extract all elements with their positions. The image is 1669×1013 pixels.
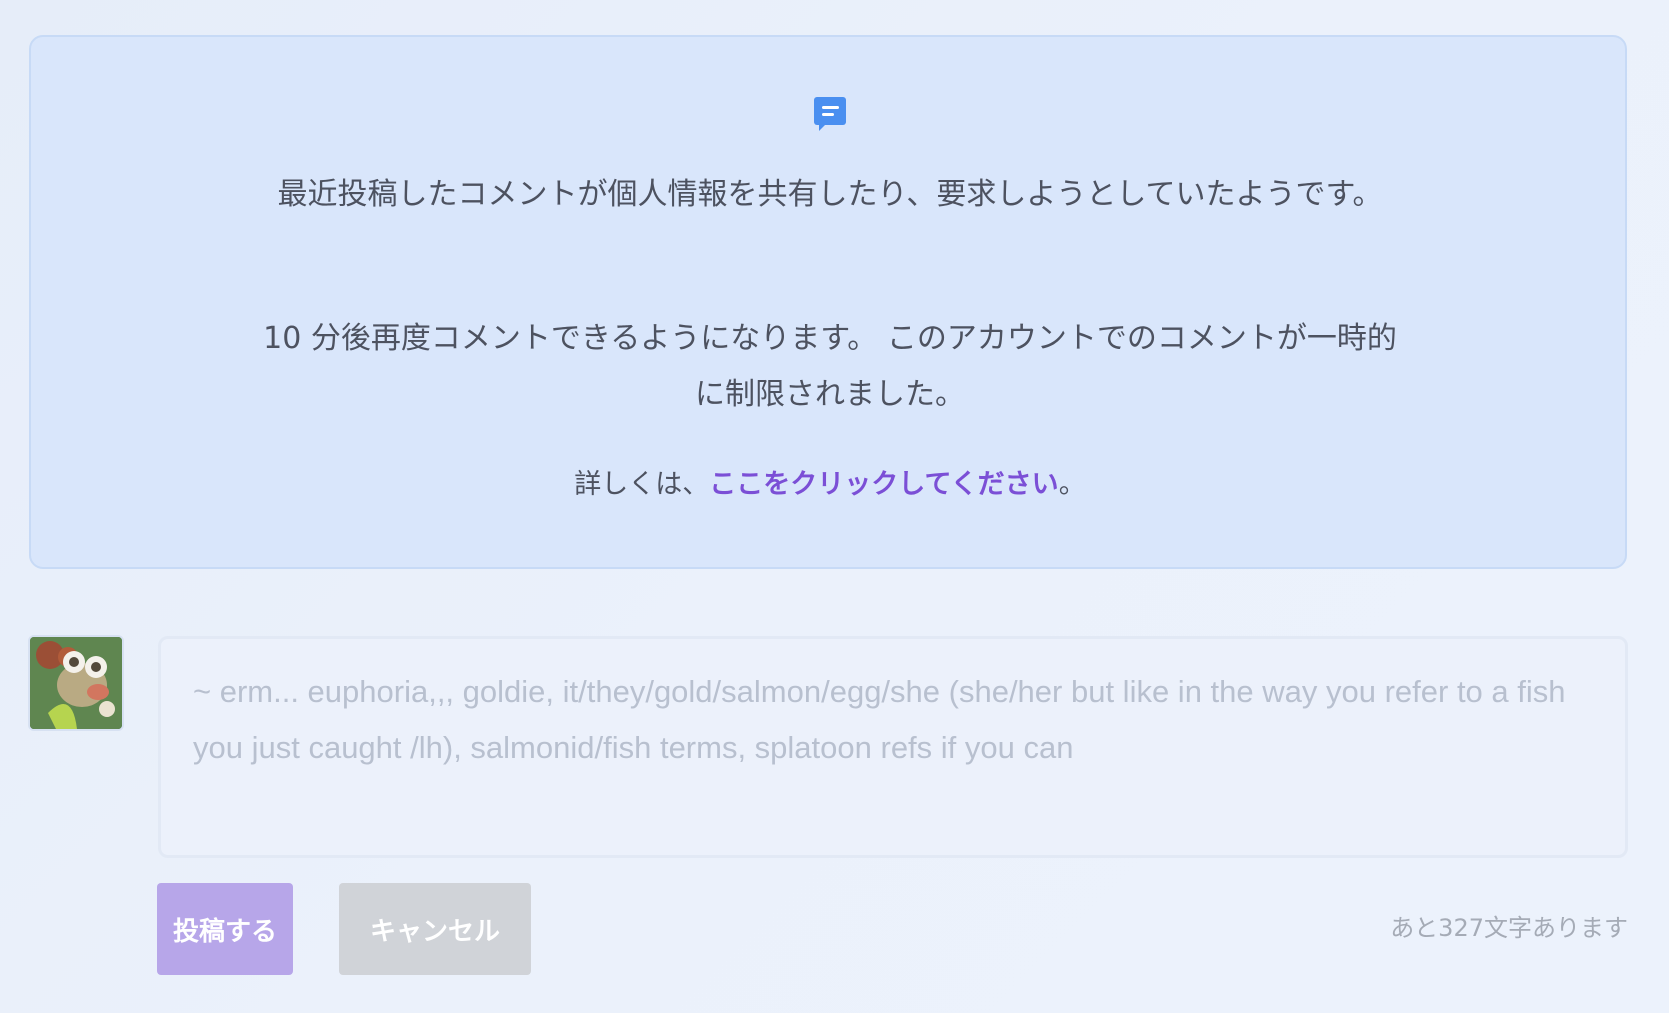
post-button[interactable]: 投稿する	[157, 883, 293, 975]
avatar-image	[30, 637, 122, 729]
cancel-button[interactable]: キャンセル	[339, 883, 531, 975]
details-prefix: 詳しくは、	[574, 469, 710, 500]
details-suffix: 。	[1058, 469, 1086, 500]
user-avatar[interactable]	[28, 635, 124, 731]
notice-message: 最近投稿したコメントが個人情報を共有したり、要求しようとしていたようです。	[277, 177, 1383, 212]
comment-input[interactable]	[158, 636, 1628, 858]
comment-restriction-notice: 最近投稿したコメントが個人情報を共有したり、要求しようとしていたようです。 10…	[29, 35, 1627, 569]
details-line: 詳しくは、ここをクリックしてください。	[261, 457, 1399, 513]
remaining-characters-count: あと327文字あります	[1390, 914, 1628, 942]
details-link[interactable]: ここをクリックしてください	[709, 469, 1058, 500]
comment-icon	[814, 97, 846, 131]
restriction-message: 10 分後再度コメントできるようになります。 このアカウントでのコメントが一時的…	[263, 321, 1397, 412]
